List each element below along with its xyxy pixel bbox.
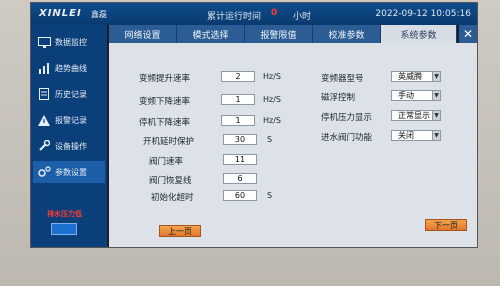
param-label: 停机压力显示 xyxy=(321,113,373,123)
inverter-model-select[interactable]: 英威腾 ▼ xyxy=(391,71,441,82)
chart-icon xyxy=(37,62,51,74)
datetime: 2022-09-12 10:05:16 xyxy=(375,9,471,19)
sidebar-item-label: 历史记录 xyxy=(55,89,87,99)
select-value: 手动 xyxy=(398,91,414,100)
param-value-input[interactable]: 11 xyxy=(223,154,257,165)
tab-bar: 网络设置 模式选择 报警限值 校准参数 系统参数 ✕ xyxy=(109,25,477,43)
param-label: 阀门恢复线 xyxy=(149,176,192,186)
tab-mode[interactable]: 模式选择 xyxy=(177,25,245,43)
dropdown-arrow-icon: ▼ xyxy=(432,111,440,120)
sidebar-item-alarm[interactable]: 报警记录 xyxy=(33,109,105,131)
param-unit: S xyxy=(267,135,273,144)
select-value: 正常显示 xyxy=(398,111,430,120)
next-page-button[interactable]: 下一页 xyxy=(425,219,467,231)
dropdown-arrow-icon: ▼ xyxy=(432,131,440,140)
param-label: 开机延时保护 xyxy=(143,137,195,147)
param-label: 进水阀门功能 xyxy=(321,133,373,143)
sidebar-item-label: 趋势曲线 xyxy=(55,63,87,73)
param-label: 磁浮控制 xyxy=(321,93,356,103)
sidebar-item-device[interactable]: 设备操作 xyxy=(33,135,105,157)
param-value-input[interactable]: 30 xyxy=(223,134,257,145)
tab-alarm-limits[interactable]: 报警限值 xyxy=(245,25,313,43)
param-value-input[interactable]: 2 xyxy=(221,71,255,82)
param-label: 停机下降速率 xyxy=(139,118,191,128)
param-unit: Hz/S xyxy=(263,72,281,81)
sidebar-item-trend[interactable]: 趋势曲线 xyxy=(33,57,105,79)
sidebar-item-data-monitor[interactable]: 数据监控 xyxy=(33,31,105,53)
param-value-input[interactable]: 1 xyxy=(221,115,255,126)
sidebar-item-history[interactable]: 历史记录 xyxy=(33,83,105,105)
param-label: 阀门速率 xyxy=(149,157,184,167)
inlet-valve-select[interactable]: 关闭 ▼ xyxy=(391,130,441,141)
param-label: 变频提升速率 xyxy=(139,74,191,84)
stop-pressure-display-select[interactable]: 正常显示 ▼ xyxy=(391,110,441,121)
tab-system-params[interactable]: 系统参数 xyxy=(381,25,457,43)
param-value-input[interactable]: 60 xyxy=(223,190,257,201)
param-unit: Hz/S xyxy=(263,116,281,125)
runtime-value: 0 xyxy=(271,8,278,18)
warning-icon xyxy=(37,114,51,126)
wrench-icon xyxy=(37,140,51,152)
gears-icon xyxy=(37,166,51,178)
maglev-control-select[interactable]: 手动 ▼ xyxy=(391,90,441,101)
param-label: 初始化超时 xyxy=(151,193,194,203)
tab-calibration[interactable]: 校准参数 xyxy=(313,25,381,43)
param-value-input[interactable]: 6 xyxy=(223,173,257,184)
param-label: 变频下降速率 xyxy=(139,97,191,107)
dropdown-arrow-icon: ▼ xyxy=(432,72,440,81)
alarm-reset-button[interactable] xyxy=(51,223,77,235)
params-panel: 变频提升速率 2 Hz/S 变频下降速率 1 Hz/S 停机下降速率 1 Hz/… xyxy=(109,43,477,247)
runtime-label: 累计运行时间 xyxy=(207,12,262,22)
brand-logo: XINLEI xyxy=(39,8,82,19)
select-value: 关闭 xyxy=(398,131,414,140)
prev-page-button[interactable]: 上一页 xyxy=(159,225,201,237)
tab-network[interactable]: 网络设置 xyxy=(109,25,177,43)
top-bar: XINLEI 鑫磊 累计运行时间 0 小时 2022-09-12 10:05:1… xyxy=(31,3,477,25)
monitor-icon xyxy=(37,36,51,48)
sidebar: 数据监控 趋势曲线 历史记录 报警记录 设备操作 参数设置 排水压力低 xyxy=(31,25,107,247)
sidebar-item-label: 参数设置 xyxy=(55,167,87,177)
param-unit: Hz/S xyxy=(263,95,281,104)
document-icon xyxy=(37,88,51,100)
sidebar-item-label: 设备操作 xyxy=(55,141,87,151)
param-label: 变频器型号 xyxy=(321,74,364,84)
runtime-unit: 小时 xyxy=(293,12,312,22)
dropdown-arrow-icon: ▼ xyxy=(432,91,440,100)
sidebar-item-params[interactable]: 参数设置 xyxy=(33,161,105,183)
alarm-message: 排水压力低 xyxy=(47,210,82,218)
sidebar-item-label: 报警记录 xyxy=(55,115,87,125)
param-value-input[interactable]: 1 xyxy=(221,94,255,105)
sidebar-item-label: 数据监控 xyxy=(55,37,87,47)
select-value: 英威腾 xyxy=(398,72,422,81)
param-unit: S xyxy=(267,191,273,200)
brand-logo-sub: 鑫磊 xyxy=(91,10,107,19)
close-icon[interactable]: ✕ xyxy=(459,25,477,43)
hmi-screen: XINLEI 鑫磊 累计运行时间 0 小时 2022-09-12 10:05:1… xyxy=(30,2,478,248)
